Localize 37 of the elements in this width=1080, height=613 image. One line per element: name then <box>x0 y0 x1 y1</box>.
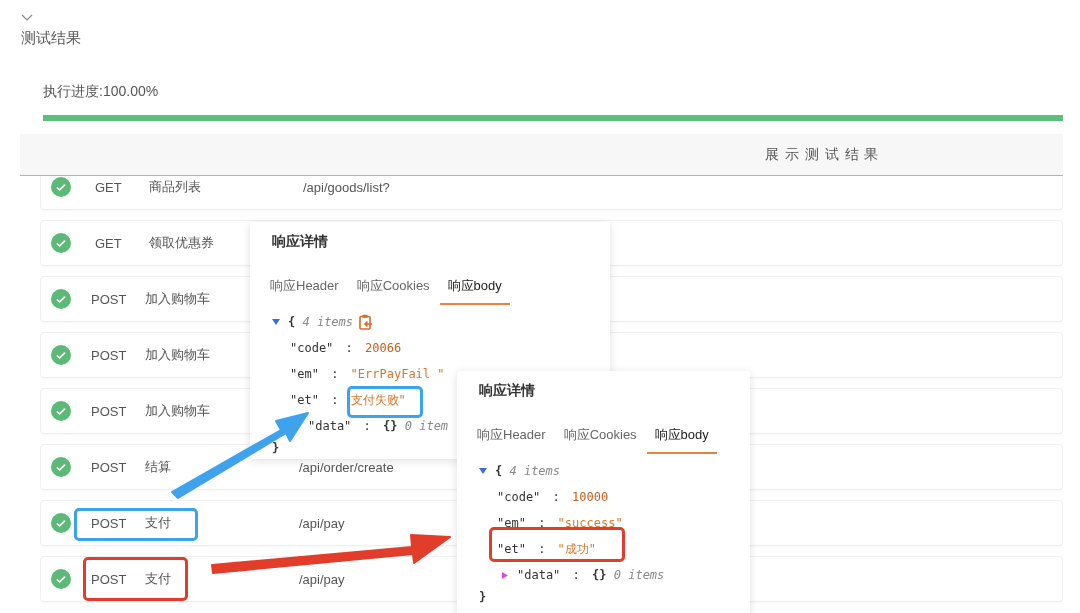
json-line: "em" : "ErrPayFail " <box>290 367 445 381</box>
method-label: POST <box>91 403 128 419</box>
method-label: GET <box>94 235 123 251</box>
api-name: 支付 <box>145 514 171 532</box>
method-label: POST <box>91 515 128 531</box>
progress-label: 执行进度:100.00% <box>43 83 159 101</box>
api-name: 支付 <box>145 570 171 588</box>
popover-title: 响应详情 <box>272 233 328 251</box>
api-name: 加入购物车 <box>145 402 210 420</box>
section-title: 测试结果 <box>21 29 81 48</box>
json-line: } <box>272 441 280 455</box>
api-name: 领取优惠券 <box>149 234 214 252</box>
api-name: 加入购物车 <box>145 290 210 308</box>
json-line: { 4 items <box>495 464 561 478</box>
json-line: "code" : 20066 <box>290 341 402 355</box>
method-label: POST <box>91 459 128 475</box>
api-path: /api/goods/list? <box>303 179 390 195</box>
json-line: "data" : {} 0 items <box>517 568 665 582</box>
json-line: "data" : {} 0 item <box>308 419 449 433</box>
method-label: POST <box>91 571 128 587</box>
json-line: { 4 items <box>288 315 354 329</box>
api-name: 商品列表 <box>149 178 201 196</box>
method-label: GET <box>94 179 123 195</box>
api-path: /api/pay <box>299 571 345 587</box>
table-header: 展 示 测 试 结 果 <box>20 134 1063 176</box>
api-name: 结算 <box>145 458 171 476</box>
method-label: POST <box>91 347 128 363</box>
json-line: } <box>479 590 487 604</box>
json-line: "em" : "success" <box>497 516 623 530</box>
api-path: /api/pay <box>299 515 345 531</box>
json-line: "code" : 10000 <box>497 490 609 504</box>
api-name: 加入购物车 <box>145 346 210 364</box>
method-label: POST <box>91 291 128 307</box>
json-line: "et" : 支付失败" <box>290 391 406 409</box>
popover-title: 响应详情 <box>479 382 535 400</box>
api-path: /api/order/create <box>299 459 394 475</box>
json-line: "et" : "成功" <box>497 540 597 558</box>
